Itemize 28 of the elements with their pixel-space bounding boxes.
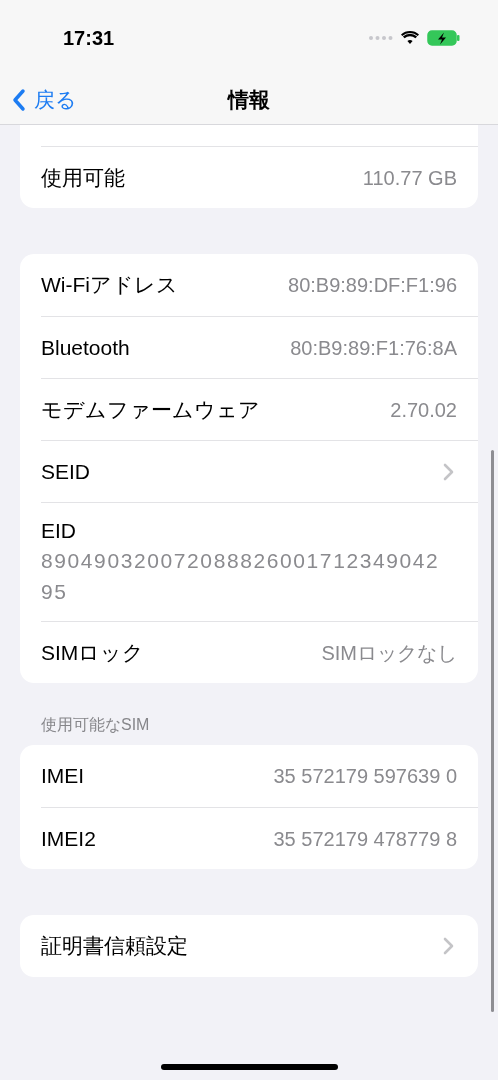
back-chevron-icon	[12, 88, 26, 112]
section-header: 使用可能なSIM	[40, 715, 151, 735]
row-label: Wi-Fiアドレス	[41, 272, 178, 299]
row-value: SIMロックなし	[321, 640, 457, 666]
row-label: モデムファームウェア	[41, 396, 260, 423]
wifi-icon	[401, 30, 419, 45]
back-button[interactable]: 戻る	[0, 84, 77, 116]
row-value: 80:B9:89:DF:F1:96	[288, 273, 457, 298]
row-label: IMEI2	[41, 825, 96, 852]
status-time: 17:31	[63, 25, 115, 51]
row-value: 110.77 GB	[362, 165, 457, 191]
row-label: SIMロック	[41, 639, 145, 666]
row-value: 35 572179 478779 8	[273, 826, 457, 852]
battery-icon	[427, 29, 460, 46]
row-label: 使用可能	[41, 164, 125, 191]
row-value: 2.70.02	[390, 397, 457, 423]
row-label: Bluetooth	[41, 334, 130, 361]
row-value: 89049032007208882600171234904295	[41, 548, 441, 605]
list-row[interactable]: SEID	[41, 440, 478, 502]
list-row[interactable]: 証明書信頼設定	[41, 915, 478, 977]
row-label: EID	[41, 518, 77, 544]
row-value: 80:B9:89:F1:76:8A	[290, 335, 457, 361]
signal-icon	[369, 35, 393, 40]
chevron-icon	[443, 462, 454, 481]
chevron-icon	[443, 937, 454, 955]
row-label: IMEI	[41, 763, 85, 790]
nav-title: 情報	[228, 87, 270, 114]
row-value: 35 572179 597639 0	[273, 764, 457, 789]
